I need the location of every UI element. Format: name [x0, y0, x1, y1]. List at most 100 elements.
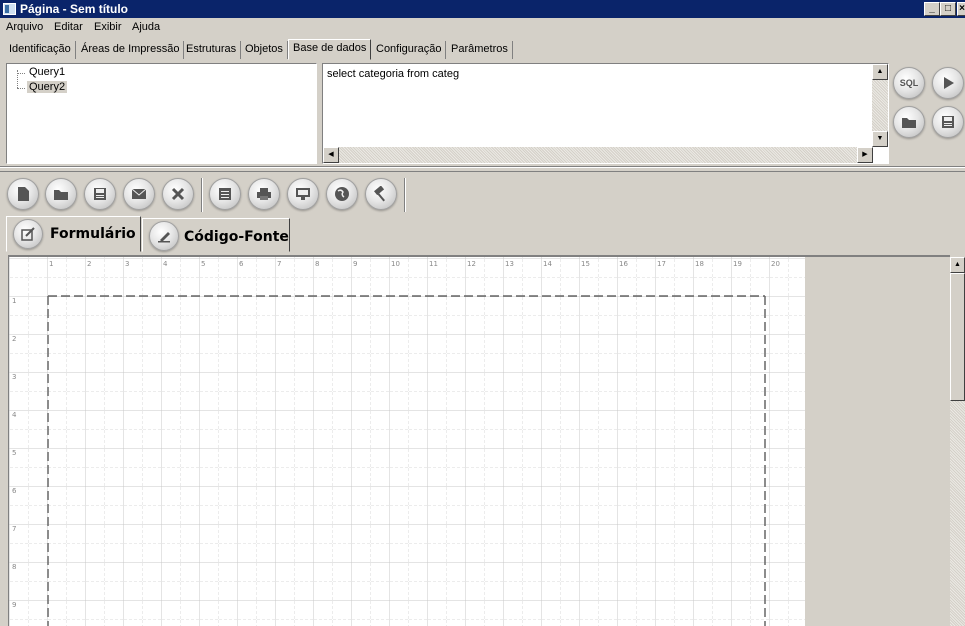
- ruler-top-label: 15: [581, 260, 590, 268]
- scroll-right-button[interactable]: ▶: [857, 147, 873, 163]
- run-button[interactable]: [932, 67, 964, 99]
- tree-connector: [17, 88, 25, 89]
- menu-exibir[interactable]: Exibir: [94, 21, 122, 33]
- ruler-top-label: 13: [505, 260, 514, 268]
- scroll-up-button[interactable]: ▲: [950, 257, 965, 273]
- form-button[interactable]: [209, 178, 241, 210]
- preview-button[interactable]: [287, 178, 319, 210]
- save-button[interactable]: [84, 178, 116, 210]
- title-bar: Página - Sem título _ □ ×: [0, 0, 965, 18]
- toolbar-separator: [201, 178, 203, 212]
- menu-bar: Arquivo Editar Exibir Ajuda: [0, 18, 965, 37]
- design-grid: [9, 257, 805, 626]
- ruler-left-label: 6: [12, 487, 17, 495]
- open-file-button[interactable]: [45, 178, 77, 210]
- sql-button[interactable]: SQL: [893, 67, 925, 99]
- globe-icon: [335, 187, 349, 201]
- new-doc-icon: [18, 187, 29, 201]
- ruler-left-label: 7: [12, 525, 17, 533]
- panel-divider: [0, 167, 965, 168]
- menu-editar[interactable]: Editar: [54, 21, 83, 33]
- delete-button[interactable]: [162, 178, 194, 210]
- ruler-top-label: 4: [163, 260, 168, 268]
- canvas-margin: [805, 257, 950, 626]
- sql-icon: SQL: [899, 78, 919, 88]
- ruler-left-label: 8: [12, 563, 17, 571]
- print-icon: [257, 188, 271, 200]
- tree-item-query1[interactable]: Query1: [27, 66, 67, 78]
- scroll-up-button[interactable]: ▲: [872, 64, 888, 80]
- menu-arquivo[interactable]: Arquivo: [6, 21, 43, 33]
- ruler-top-label: 1: [49, 260, 54, 268]
- new-button[interactable]: [7, 178, 39, 210]
- tab-parametros[interactable]: Parâmetros: [447, 41, 513, 59]
- ruler-top-label: 11: [429, 260, 438, 268]
- tree-connector: [17, 73, 25, 74]
- hammer-icon: [374, 186, 385, 202]
- save-sql-button[interactable]: [932, 106, 964, 138]
- design-canvas[interactable]: 1 2 3 4 5 6 7 8 9 10 11 12 13 14 15 16 17 18 19 20 12345678…: [9, 257, 805, 626]
- ruler-top-label: 14: [543, 260, 552, 268]
- ruler-top-label: 8: [315, 260, 320, 268]
- pencil-icon: [149, 221, 179, 251]
- form-edit-icon: [13, 219, 43, 249]
- tab-identificacao[interactable]: Identificação: [5, 41, 76, 59]
- ruler-left-label: 2: [12, 335, 17, 343]
- build-button[interactable]: [365, 178, 397, 210]
- scroll-down-button[interactable]: ▼: [872, 131, 888, 147]
- minimize-button[interactable]: _: [924, 2, 940, 16]
- ruler-top-label: 19: [733, 260, 742, 268]
- ruler-top-label: 17: [657, 260, 666, 268]
- save-icon: [942, 116, 954, 128]
- toolbar-separator: [404, 178, 406, 212]
- main-toolbar: [0, 175, 410, 215]
- sql-horizontal-scrollbar[interactable]: ◀ ▶: [323, 147, 873, 163]
- ruler-left-label: 1: [12, 297, 17, 305]
- ruler-top-label: 12: [467, 260, 476, 268]
- scroll-left-button[interactable]: ◀: [323, 147, 339, 163]
- open-button[interactable]: [893, 106, 925, 138]
- ruler-left-label: 5: [12, 449, 17, 457]
- maximize-button[interactable]: □: [940, 2, 956, 16]
- ruler-top-label: 9: [353, 260, 358, 268]
- monitor-icon: [296, 188, 310, 200]
- form-icon: [219, 188, 231, 200]
- close-icon: [171, 187, 185, 201]
- ruler-top-label: 10: [391, 260, 400, 268]
- canvas-vertical-scrollbar[interactable]: ▲: [950, 257, 965, 626]
- mail-icon: [131, 188, 147, 199]
- print-button[interactable]: [248, 178, 280, 210]
- tab-base-de-dados[interactable]: Base de dados: [288, 39, 372, 60]
- tab-estruturas[interactable]: Estruturas: [182, 41, 242, 59]
- tab-codigo-fonte-label: Código-Fonte: [184, 229, 289, 245]
- tab-areas-impressao[interactable]: Áreas de Impressão: [77, 41, 185, 59]
- menu-ajuda[interactable]: Ajuda: [132, 21, 160, 33]
- mail-button[interactable]: [123, 178, 155, 210]
- window-title: Página - Sem título: [20, 2, 129, 16]
- ruler-top-label: 20: [771, 260, 780, 268]
- save-icon: [94, 188, 106, 200]
- panel-divider: [0, 171, 965, 172]
- ruler-left-label: 9: [12, 601, 17, 609]
- ruler-top-label: 5: [201, 260, 206, 268]
- ruler-top-label: 2: [87, 260, 92, 268]
- scroll-thumb[interactable]: [950, 273, 965, 401]
- tab-codigo-fonte[interactable]: Código-Fonte: [142, 218, 290, 252]
- play-icon: [944, 77, 954, 89]
- ruler-top-label: 7: [277, 260, 282, 268]
- tab-formulario[interactable]: Formulário: [6, 216, 141, 252]
- tree-item-query2[interactable]: Query2: [27, 81, 68, 93]
- folder-icon: [54, 190, 68, 200]
- ruler-top-label: 18: [695, 260, 704, 268]
- sql-text[interactable]: select categoria from categ: [327, 68, 459, 80]
- tab-objetos[interactable]: Objetos: [241, 41, 288, 59]
- tab-configuracao[interactable]: Configuração: [372, 41, 447, 59]
- close-button[interactable]: ×: [957, 2, 965, 16]
- ruler-top-label: 16: [619, 260, 628, 268]
- sql-vertical-scrollbar[interactable]: ▲ ▼: [872, 64, 888, 147]
- sql-editor[interactable]: select categoria from categ ▲ ▼ ◀ ▶: [322, 63, 889, 164]
- folder-icon: [902, 118, 916, 128]
- query-tree: Query1 Query2: [6, 63, 317, 164]
- ruler-left-label: 3: [12, 373, 17, 381]
- web-button[interactable]: [326, 178, 358, 210]
